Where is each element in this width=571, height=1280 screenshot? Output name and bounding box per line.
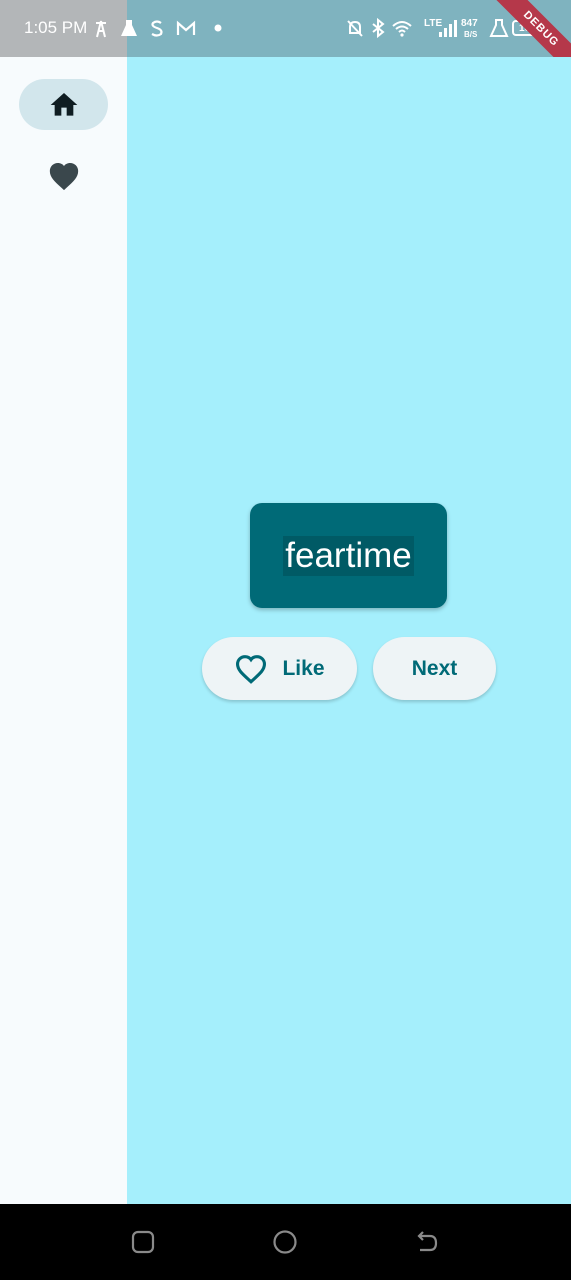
heart-icon	[47, 160, 81, 192]
main-content: feartime Like Next	[127, 57, 571, 1204]
speed-unit: B/S	[464, 30, 478, 39]
flask-icon	[118, 17, 140, 39]
nav-item-favorites[interactable]	[19, 150, 108, 201]
heart-outline-icon	[234, 653, 268, 685]
status-time: 1:05 PM	[24, 18, 88, 37]
home-circle-icon[interactable]	[272, 1229, 298, 1255]
system-navigation-bar	[0, 1204, 571, 1280]
dot-icon	[207, 17, 229, 39]
back-icon[interactable]	[414, 1229, 440, 1255]
like-label: Like	[282, 656, 325, 680]
next-button[interactable]: Next	[373, 637, 496, 700]
recents-icon[interactable]	[130, 1229, 156, 1255]
next-label: Next	[411, 656, 458, 680]
gmail-icon	[175, 17, 197, 39]
bluetooth-icon	[367, 17, 389, 39]
word-pair-text: feartime	[283, 535, 414, 576]
status-bar: 1:05 PM LTE 847 B/S 100 DEBUG	[0, 0, 571, 80]
signal-tower-icon	[90, 17, 112, 39]
wifi-icon	[391, 17, 413, 39]
word-card: feartime	[250, 503, 447, 608]
mute-bell-icon	[344, 17, 366, 39]
speed-value: 847	[461, 18, 478, 29]
flask-outline-icon	[488, 17, 510, 39]
nav-item-home[interactable]	[19, 79, 108, 130]
cell-signal-icon	[436, 17, 458, 39]
app-s-icon	[146, 17, 168, 39]
nav-rail	[0, 57, 127, 1204]
like-button[interactable]: Like	[202, 637, 357, 700]
home-icon	[48, 89, 80, 121]
